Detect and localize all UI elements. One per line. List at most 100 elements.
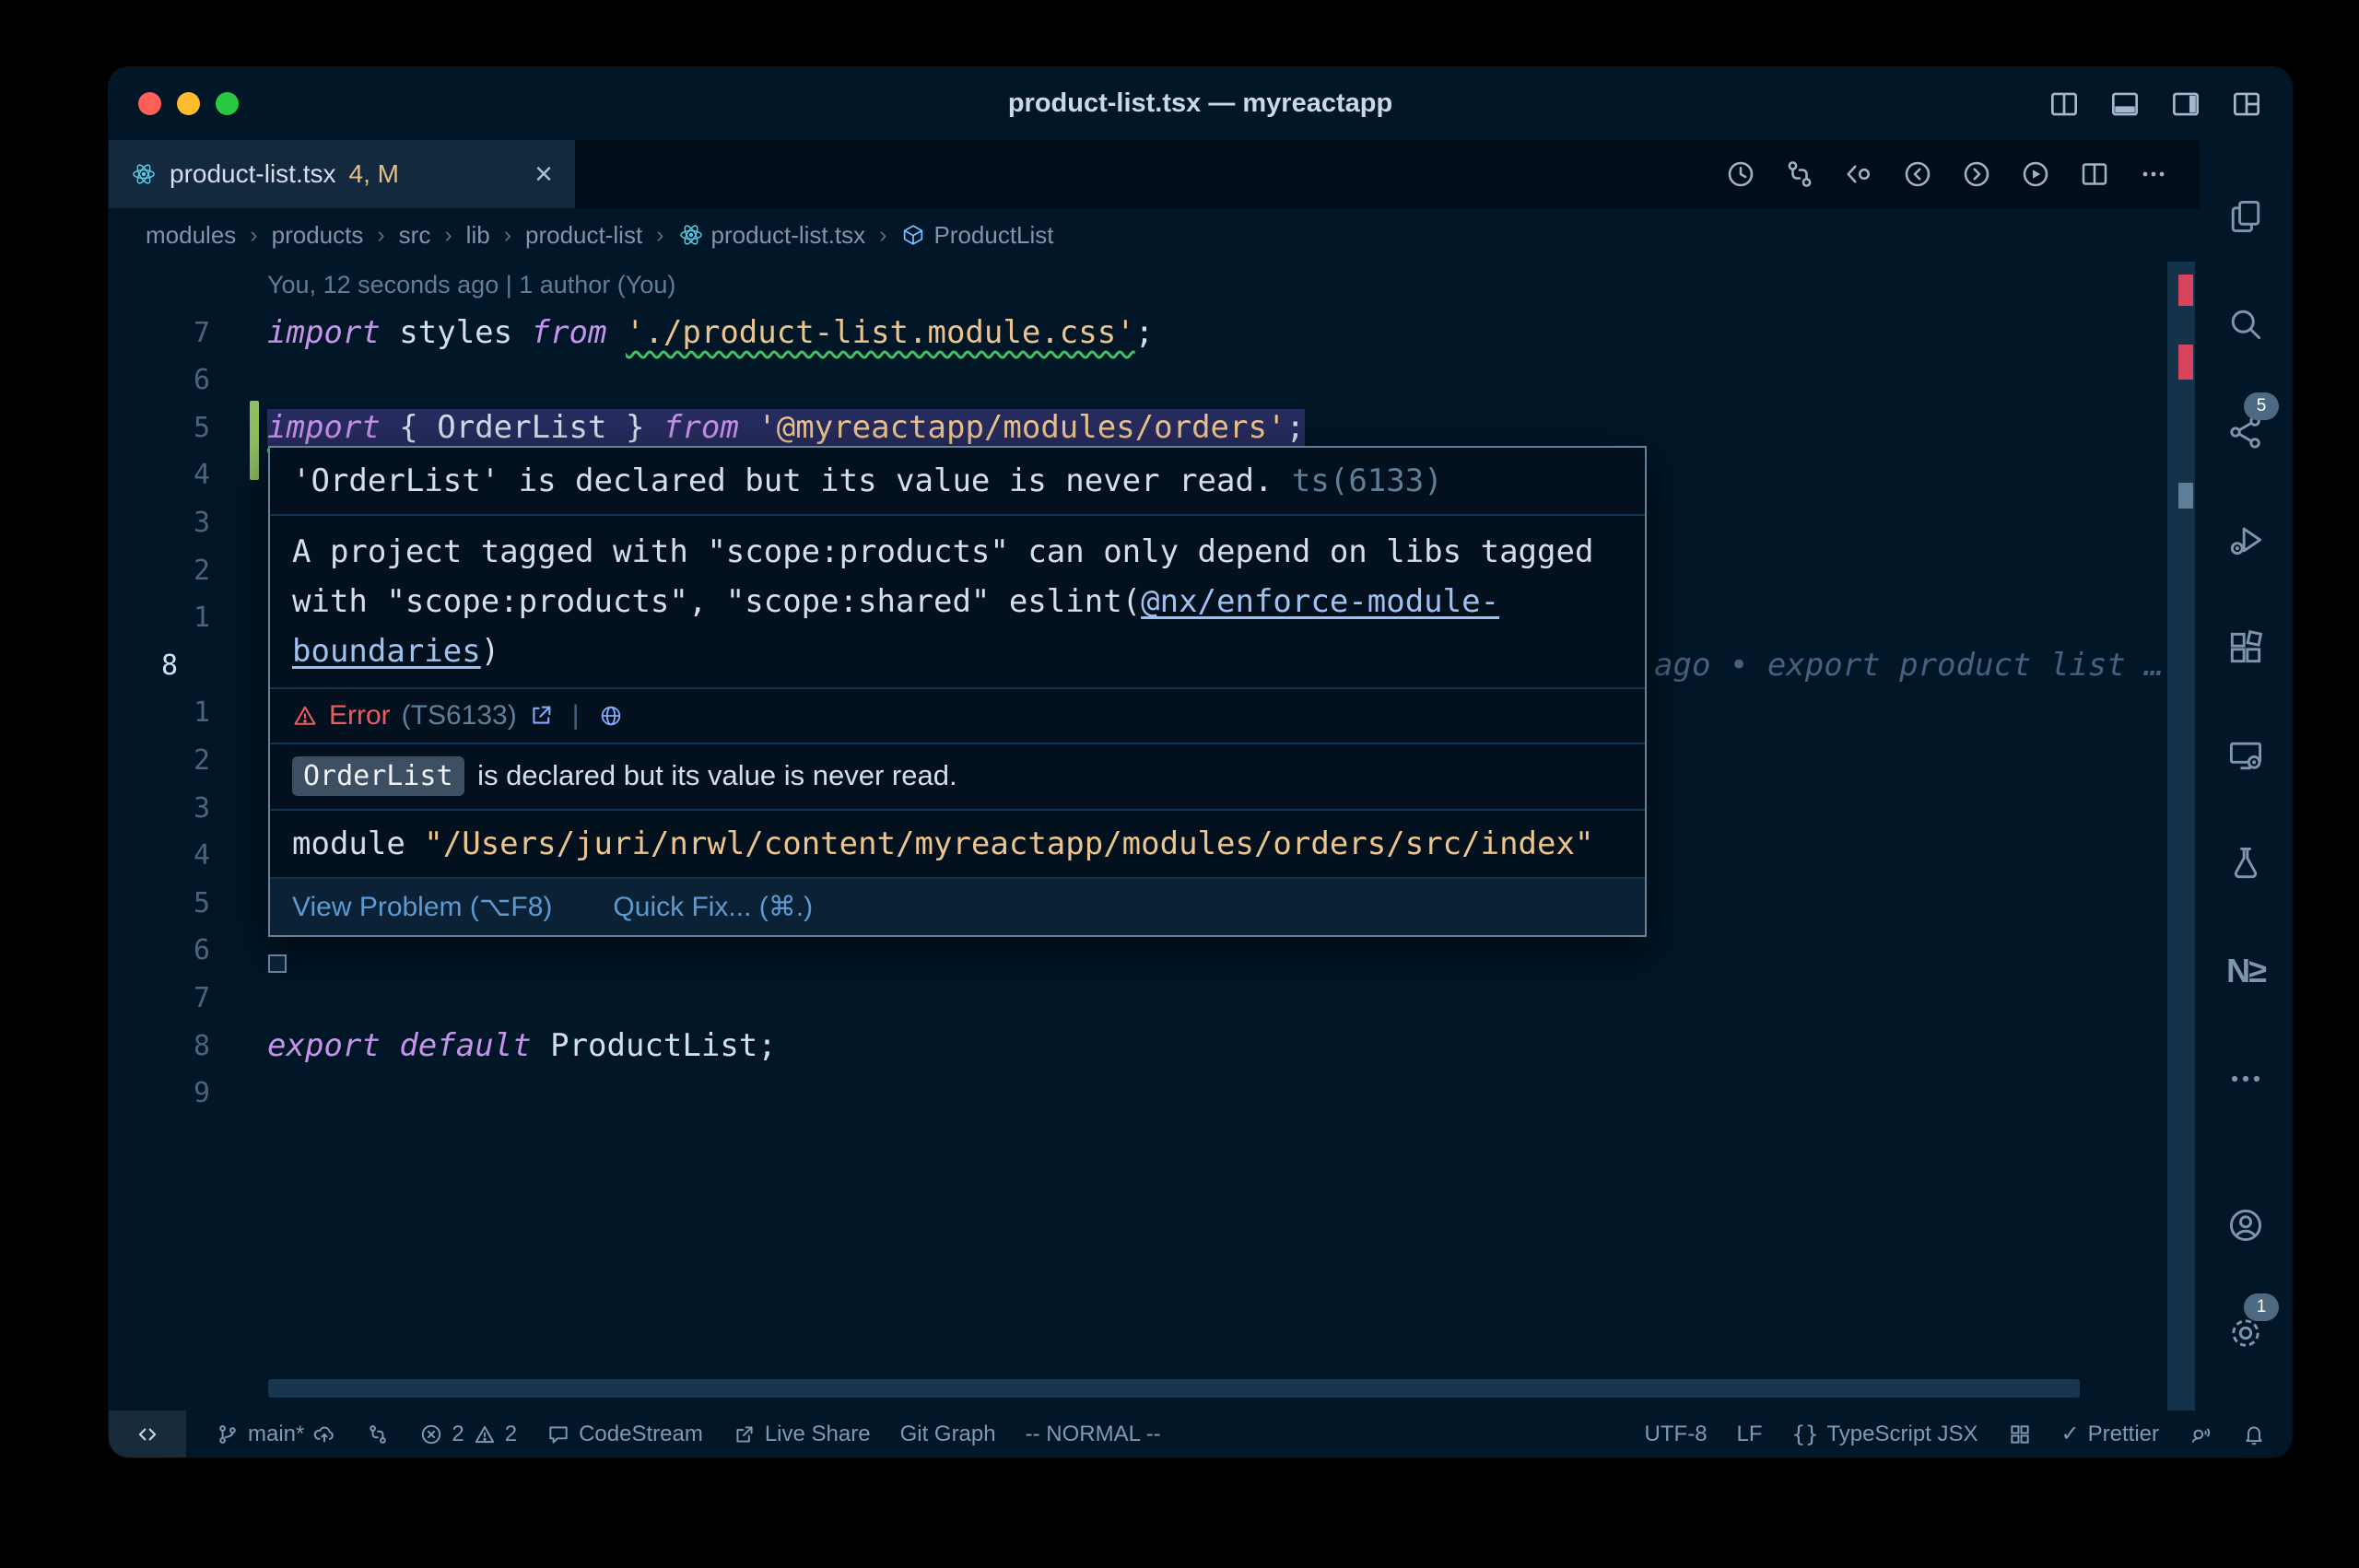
git-graph-item[interactable]: Git Graph xyxy=(900,1422,996,1447)
minimize-window-button[interactable] xyxy=(177,92,200,115)
vertical-scrollbar[interactable] xyxy=(2167,262,2195,1410)
sidebar-item-settings[interactable]: 1 xyxy=(2200,1279,2292,1387)
vim-mode-item[interactable]: -- NORMAL -- xyxy=(1026,1422,1161,1447)
notifications-item[interactable] xyxy=(2242,1422,2266,1446)
sidebar-item-testing[interactable] xyxy=(2200,809,2292,917)
token-keyword: import xyxy=(267,409,381,446)
gutter-line-number: 6 xyxy=(109,927,258,975)
layout-grid-icon[interactable] xyxy=(2229,87,2264,122)
sidebar-item-account[interactable] xyxy=(2200,1171,2292,1279)
code-line[interactable] xyxy=(267,357,2200,404)
history-icon[interactable] xyxy=(1724,158,1757,191)
gutter-line-number: 9 xyxy=(109,1070,258,1117)
git-compare-icon[interactable] xyxy=(1783,158,1816,191)
gutter-line-number: 6 xyxy=(109,357,258,404)
vscode-window: product-list.tsx — myreactapp product-li… xyxy=(109,67,2292,1457)
activity-bar-bottom: 1 xyxy=(2200,1171,2292,1387)
gutter-line-number: 3 xyxy=(109,785,258,833)
feedback-item[interactable] xyxy=(2189,1422,2212,1446)
tab-product-list[interactable]: product-list.tsx 4, M × xyxy=(109,140,575,208)
code-line[interactable]: export default ProductList; xyxy=(267,1023,2200,1071)
eslint-message-end: ) xyxy=(481,633,499,670)
horizontal-scrollbar[interactable] xyxy=(268,1379,2080,1398)
zoom-window-button[interactable] xyxy=(216,92,239,115)
chevron-right-icon: › xyxy=(656,222,663,249)
codestream-item[interactable]: CodeStream xyxy=(546,1422,703,1447)
settings-badge: 1 xyxy=(2244,1293,2279,1321)
traffic-lights xyxy=(138,67,239,140)
code-line[interactable]: import { OrderList } from '@myreactapp/m… xyxy=(267,404,2200,452)
hover-resize-handle[interactable] xyxy=(268,954,287,973)
breadcrumb-item-file[interactable]: product-list.tsx xyxy=(678,221,866,250)
breadcrumb-item[interactable]: lib xyxy=(466,221,490,250)
live-share-item[interactable]: Live Share xyxy=(733,1422,871,1447)
search-icon xyxy=(2225,304,2266,345)
error-circle-icon xyxy=(419,1422,443,1446)
eol-item[interactable]: LF xyxy=(1737,1422,1763,1447)
git-compare-item[interactable] xyxy=(366,1422,390,1446)
prev-change-icon[interactable] xyxy=(1901,158,1934,191)
breadcrumb-item[interactable]: products xyxy=(272,221,364,250)
token-keyword: default xyxy=(399,1027,531,1064)
open-changes-icon[interactable] xyxy=(1842,158,1875,191)
sidebar-item-search[interactable] xyxy=(2200,270,2292,378)
highlighted-statement: import { OrderList } from '@myreactapp/m… xyxy=(267,409,1305,446)
more-actions-icon[interactable] xyxy=(2137,158,2170,191)
comment-bubble-icon xyxy=(546,1422,570,1446)
remote-indicator[interactable] xyxy=(109,1410,186,1457)
editor: 7 6 5 4 3 2 1 8 1 2 3 4 5 6 7 8 9 xyxy=(109,262,2200,1410)
git-graph-label: Git Graph xyxy=(900,1422,996,1447)
token-keyword: export xyxy=(267,1027,381,1064)
sidebar-item-more-views[interactable] xyxy=(2200,1024,2292,1132)
breadcrumb-item[interactable]: product-list xyxy=(525,221,642,250)
sidebar-item-nx-console[interactable]: N≥ xyxy=(2200,917,2292,1024)
globe-icon[interactable] xyxy=(598,703,624,729)
quick-fix-link[interactable]: Quick Fix... (⌘.) xyxy=(613,891,813,923)
layout-panel-icon[interactable] xyxy=(2107,87,2142,122)
testing-icon xyxy=(2225,843,2266,883)
warning-triangle-icon xyxy=(292,703,318,729)
code-line[interactable] xyxy=(267,975,2200,1023)
git-branch-item[interactable]: main* xyxy=(216,1422,336,1447)
token-punctuation: ; xyxy=(1135,314,1154,351)
token-punctuation: ; xyxy=(1285,409,1304,446)
prettier-label: Prettier xyxy=(2088,1422,2159,1447)
sidebar-item-source-control[interactable]: 5 xyxy=(2200,378,2292,486)
token-string: '@myreactapp/modules/orders' xyxy=(757,409,1285,446)
run-file-icon[interactable] xyxy=(2019,158,2052,191)
layout-split-icon[interactable] xyxy=(2047,87,2082,122)
hover-detail-row: OrderList is declared but its value is n… xyxy=(270,743,1645,809)
token-punctuation: { xyxy=(381,409,437,446)
sidebar-item-extensions[interactable] xyxy=(2200,593,2292,701)
sidebar-item-run-debug[interactable] xyxy=(2200,486,2292,593)
next-change-icon[interactable] xyxy=(1960,158,1993,191)
code-line[interactable]: import styles from './product-list.modul… xyxy=(267,310,2200,357)
github-item[interactable] xyxy=(2008,1422,2032,1446)
view-problem-link[interactable]: View Problem (⌥F8) xyxy=(292,891,552,923)
codelens-blame[interactable]: You, 12 seconds ago | 1 author (You) xyxy=(267,262,2200,310)
code-chip: OrderList xyxy=(292,756,464,796)
sidebar-item-explorer[interactable] xyxy=(2200,162,2292,270)
token-punctuation: ; xyxy=(757,1027,776,1064)
split-editor-icon[interactable] xyxy=(2078,158,2111,191)
inline-blame: ago • export product list … xyxy=(1654,647,2164,684)
language-item[interactable]: {} TypeScript JSX xyxy=(1792,1422,1978,1447)
code-line[interactable] xyxy=(267,1070,2200,1117)
token-keyword: import xyxy=(267,314,381,351)
layout-sidebar-right-icon[interactable] xyxy=(2168,87,2203,122)
problems-item[interactable]: 2 2 xyxy=(419,1422,517,1447)
gutter-line-number: 1 xyxy=(109,594,258,642)
close-window-button[interactable] xyxy=(138,92,161,115)
sidebar-item-remote-explorer[interactable] xyxy=(2200,701,2292,809)
breadcrumb-item[interactable]: modules xyxy=(146,221,236,250)
gutter-line-number: 3 xyxy=(109,499,258,547)
breadcrumb-item[interactable]: src xyxy=(399,221,431,250)
encoding-item[interactable]: UTF-8 xyxy=(1645,1422,1708,1447)
external-link-icon[interactable] xyxy=(528,703,554,729)
tab-close-icon[interactable]: × xyxy=(534,158,553,190)
breadcrumb-item-symbol[interactable]: ProductList xyxy=(900,221,1053,250)
prettier-item[interactable]: ✓ Prettier xyxy=(2061,1421,2159,1447)
token-string: './product-list.module.css' xyxy=(626,314,1135,351)
token-space xyxy=(739,409,757,446)
diagnostic-message: 'OrderList' is declared but its value is… xyxy=(292,462,1292,499)
